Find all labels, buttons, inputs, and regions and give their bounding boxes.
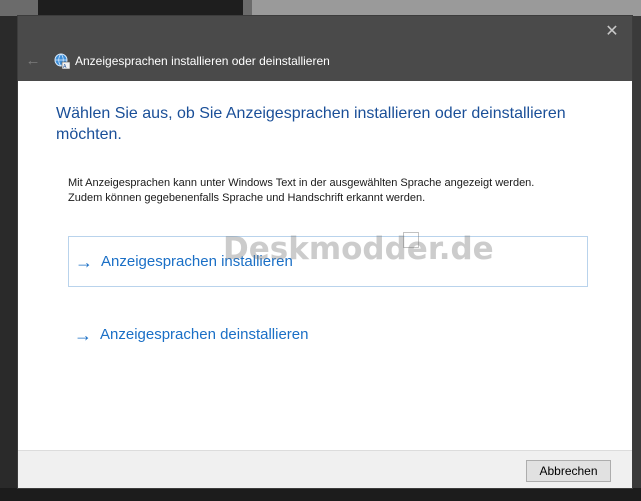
language-globe-icon: A — [54, 53, 71, 70]
install-languages-link[interactable]: → Anzeigesprachen installieren — [68, 236, 588, 287]
cancel-button[interactable]: Abbrechen — [526, 460, 611, 482]
description-line-1: Mit Anzeigesprachen kann unter Windows T… — [68, 177, 535, 189]
description-text: Mit Anzeigesprachen kann unter Windows T… — [68, 176, 608, 206]
description-line-2: Zudem können gegebenenfalls Sprache und … — [68, 192, 426, 204]
uninstall-languages-link[interactable]: → Anzeigesprachen deinstallieren — [68, 309, 588, 360]
svg-text:A: A — [63, 64, 67, 69]
arrow-right-icon: → — [75, 251, 93, 272]
footer-bar: Abbrechen — [18, 450, 632, 488]
dialog-window: ✕ ← A Anzeigesprachen installieren oder … — [18, 16, 632, 488]
arrow-right-icon: → — [74, 324, 92, 345]
title-bar: ✕ ← A Anzeigesprachen installieren oder … — [18, 16, 632, 81]
close-icon[interactable]: ✕ — [598, 18, 626, 46]
taskbar-area — [0, 488, 641, 501]
uninstall-languages-label: Anzeigesprachen deinstallieren — [100, 325, 309, 343]
desktop-background-strip — [632, 16, 641, 501]
window-title: Anzeigesprachen installieren oder deinst… — [75, 54, 330, 68]
back-arrow-icon[interactable]: ← — [24, 52, 42, 70]
page-heading: Wählen Sie aus, ob Sie Anzeigesprachen i… — [56, 105, 566, 143]
desktop-background-window — [252, 0, 641, 16]
main-content: Wählen Sie aus, ob Sie Anzeigesprachen i… — [18, 81, 632, 450]
install-languages-label: Anzeigesprachen installieren — [101, 252, 293, 270]
